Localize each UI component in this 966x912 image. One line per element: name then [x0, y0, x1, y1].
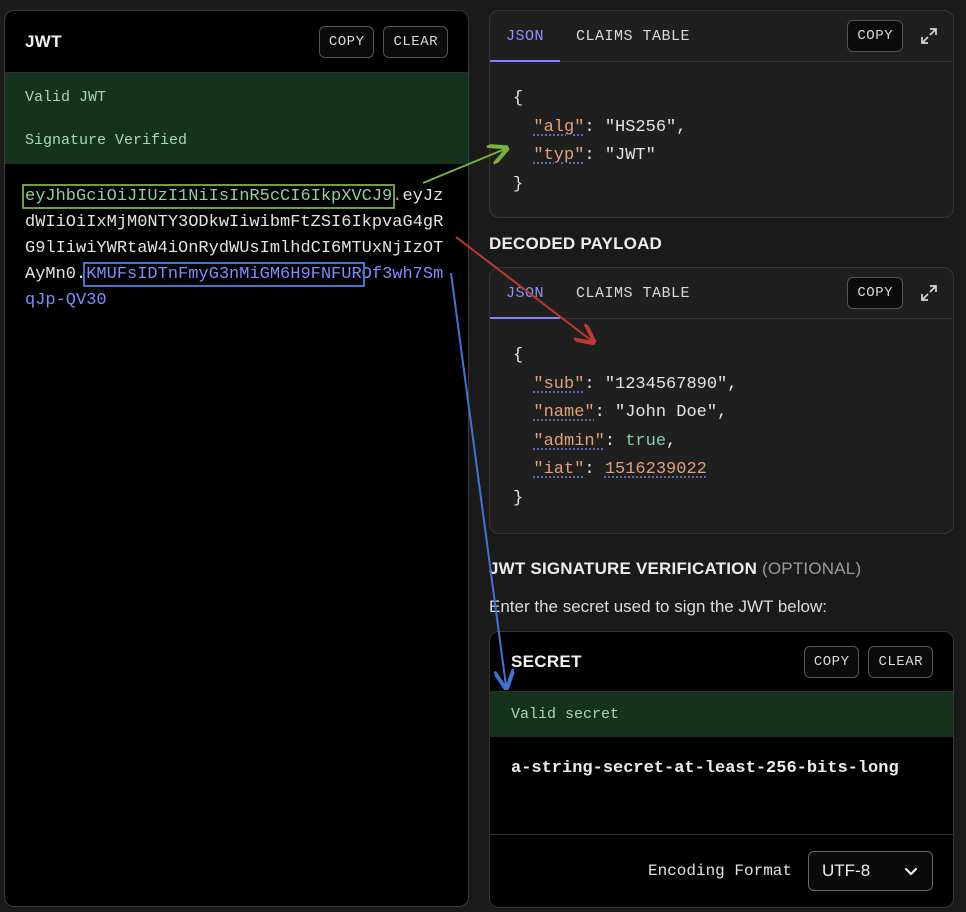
encoding-format-value: UTF-8: [822, 860, 871, 880]
jwt-button-group: COPY CLEAR: [318, 25, 448, 58]
json-value-iat: 1516239022: [604, 460, 707, 479]
token-separator: .: [76, 265, 87, 284]
secret-button-group: COPY CLEAR: [803, 645, 933, 678]
header-json-view: { "alg": "HS256", "typ": "JWT" }: [490, 62, 953, 217]
header-tab-bar: JSON CLAIMS TABLE COPY: [490, 11, 953, 62]
signature-verification-label: JWT SIGNATURE VERIFICATION: [489, 559, 758, 578]
tab-header-claims-table[interactable]: CLAIMS TABLE: [576, 11, 690, 61]
payload-tab-bar: JSON CLAIMS TABLE COPY: [490, 268, 953, 319]
jwt-status-box: Valid JWT Signature Verified: [5, 73, 468, 164]
payload-copy-button[interactable]: COPY: [847, 277, 903, 309]
secret-input[interactable]: a-string-secret-at-least-256-bits-long: [490, 737, 953, 834]
json-line-name: "name": "John Doe",: [533, 403, 728, 422]
json-open-brace: {: [513, 346, 524, 365]
expand-icon[interactable]: [919, 283, 939, 303]
json-key-name: "name": [533, 403, 595, 422]
signature-verified-status: Signature Verified: [25, 132, 188, 149]
encoding-format-label: Encoding Format: [647, 861, 792, 880]
secret-footer: Encoding Format UTF-8: [490, 834, 953, 906]
json-line-typ: "typ": "JWT": [533, 146, 656, 165]
json-key-alg: "alg": [533, 117, 585, 137]
json-line-sub: "sub": "1234567890",: [533, 374, 738, 394]
json-key-sub: "sub": [533, 374, 585, 394]
token-header-segment: eyJhbGciOiJIUzI1NiIsInR5cCI6IkpXVCJ9: [21, 184, 396, 209]
secret-card: SECRET COPY CLEAR Valid secret a-string-…: [489, 631, 954, 908]
json-key-admin: "admin": [533, 431, 605, 451]
json-close-brace: }: [513, 488, 524, 508]
json-open-brace: {: [513, 89, 524, 108]
json-close-brace: }: [513, 174, 524, 194]
json-line-iat: "iat": 1516239022: [533, 460, 707, 479]
header-copy-button[interactable]: COPY: [847, 20, 903, 52]
expand-icon[interactable]: [919, 26, 939, 46]
json-value-admin: true: [625, 431, 667, 451]
json-line-admin: "admin": true,: [533, 431, 677, 451]
token-separator: .: [392, 187, 403, 206]
json-value-name: "John Doe": [615, 403, 718, 422]
jwt-panel-header: JWT COPY CLEAR: [5, 11, 468, 73]
json-line-alg: "alg": "HS256",: [533, 117, 687, 137]
json-key-iat: "iat": [533, 460, 585, 479]
jwt-valid-status: Valid JWT: [25, 89, 107, 106]
secret-title: SECRET: [511, 651, 582, 671]
jwt-title: JWT: [25, 31, 62, 51]
encoded-token-input[interactable]: eyJhbGciOiJIUzI1NiIsInR5cCI6IkpXVCJ9.eyJ…: [5, 164, 468, 314]
decoded-payload-card: JSON CLAIMS TABLE COPY { "sub": "1234567…: [489, 267, 954, 534]
encoding-format-select[interactable]: UTF-8: [808, 850, 933, 891]
decoded-header-card: JSON CLAIMS TABLE COPY { "alg": "HS256",…: [489, 10, 954, 218]
signature-verification-title: JWT SIGNATURE VERIFICATION (OPTIONAL): [489, 559, 861, 579]
jwt-panel: JWT COPY CLEAR Valid JWT Signature Verif…: [4, 10, 469, 907]
secret-help-text: Enter the secret used to sign the JWT be…: [489, 597, 827, 616]
json-value-typ: "JWT": [604, 146, 656, 165]
tab-payload-json[interactable]: JSON: [490, 268, 561, 319]
token-signature-segment: KMUFsIDTnFmyG3nMiGM6H9FNFUR: [83, 262, 365, 287]
tab-header-json[interactable]: JSON: [490, 11, 561, 62]
payload-json-view: { "sub": "1234567890", "name": "John Doe…: [490, 319, 953, 533]
secret-header: SECRET COPY CLEAR: [490, 632, 953, 692]
tab-payload-claims-table[interactable]: CLAIMS TABLE: [576, 268, 690, 318]
jwt-copy-button[interactable]: COPY: [318, 25, 375, 58]
secret-clear-button[interactable]: CLEAR: [868, 645, 933, 678]
jwt-clear-button[interactable]: CLEAR: [383, 25, 448, 58]
json-value-alg: "HS256": [604, 117, 677, 137]
optional-label: (OPTIONAL): [762, 559, 862, 578]
json-value-sub: "1234567890": [604, 374, 728, 394]
decoded-payload-title: DECODED PAYLOAD: [489, 234, 663, 253]
json-key-typ: "typ": [533, 146, 585, 165]
chevron-down-icon: [904, 867, 918, 875]
secret-copy-button[interactable]: COPY: [803, 645, 860, 678]
secret-valid-status: Valid secret: [490, 692, 953, 737]
